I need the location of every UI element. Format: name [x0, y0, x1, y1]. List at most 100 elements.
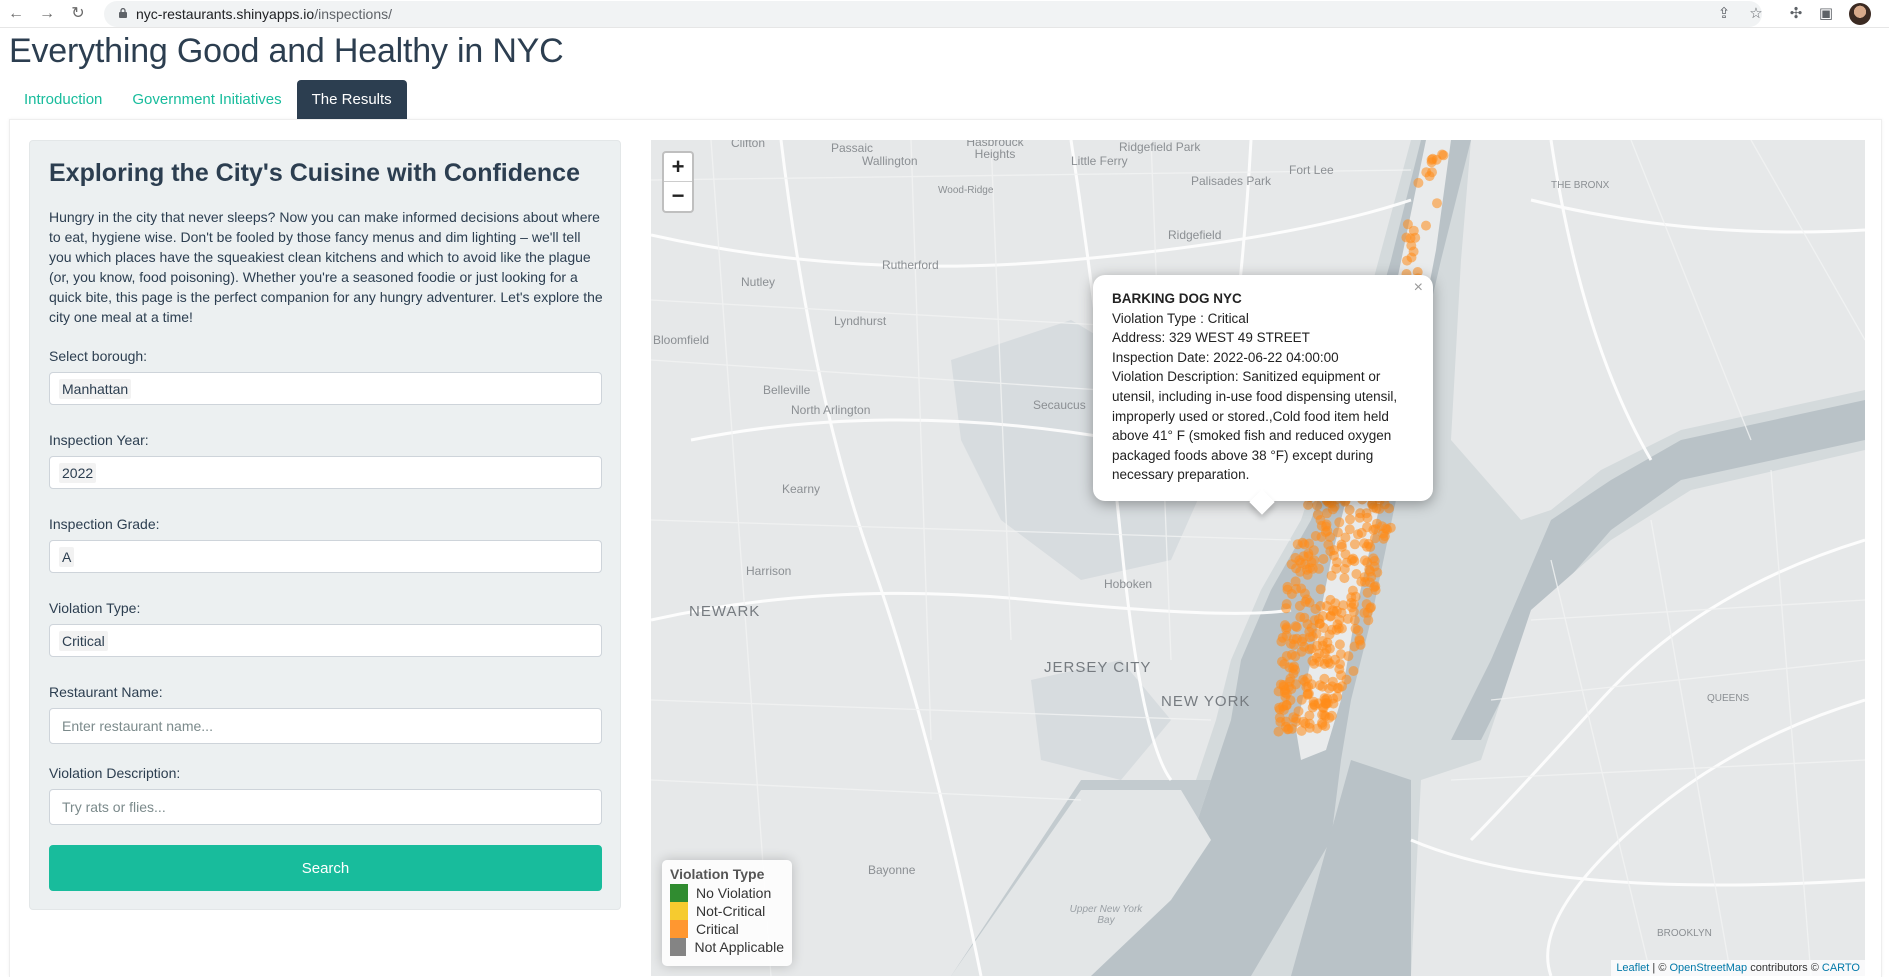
- violation-marker[interactable]: [1325, 610, 1336, 621]
- violation-marker[interactable]: [1319, 693, 1330, 704]
- address-bar[interactable]: nyc-restaurants.shinyapps.io/inspections…: [104, 1, 1762, 27]
- violation-marker[interactable]: [1337, 681, 1347, 692]
- violation-marker[interactable]: [1332, 619, 1343, 630]
- back-icon[interactable]: ←: [6, 4, 26, 24]
- profile-avatar[interactable]: [1849, 3, 1871, 25]
- leaflet-link[interactable]: Leaflet: [1616, 962, 1649, 974]
- extensions-puzzle-icon[interactable]: ✣: [1787, 5, 1805, 23]
- violation-marker[interactable]: [1297, 537, 1308, 548]
- violation-marker[interactable]: [1369, 582, 1380, 593]
- violation-marker[interactable]: [1328, 698, 1339, 709]
- violation-marker[interactable]: [1346, 554, 1357, 565]
- tab-introduction[interactable]: Introduction: [9, 80, 117, 120]
- violation-marker[interactable]: [1281, 651, 1292, 661]
- inspection-grade-select[interactable]: A: [49, 540, 602, 573]
- violation-marker[interactable]: [1360, 577, 1370, 587]
- reload-icon[interactable]: ↻: [68, 4, 88, 24]
- violation-marker[interactable]: [1295, 612, 1306, 623]
- violation-marker[interactable]: [1310, 604, 1321, 614]
- map-container[interactable]: Clifton Passaic Wallington Hasbrouck Hei…: [651, 140, 1865, 976]
- violation-marker[interactable]: [1320, 711, 1331, 722]
- violation-description-input[interactable]: [49, 789, 602, 825]
- violation-marker[interactable]: [1370, 533, 1380, 544]
- violation-marker[interactable]: [1355, 639, 1366, 650]
- borough-select[interactable]: Manhattan: [49, 372, 602, 405]
- violation-marker[interactable]: [1334, 639, 1345, 650]
- openstreetmap-link[interactable]: OpenStreetMap: [1669, 962, 1747, 974]
- violation-marker[interactable]: [1312, 500, 1323, 511]
- violation-marker[interactable]: [1295, 566, 1306, 577]
- violation-marker[interactable]: [1345, 514, 1355, 525]
- violation-marker[interactable]: [1325, 546, 1336, 557]
- inspection-grade-selected-value[interactable]: A: [59, 547, 75, 567]
- violation-marker[interactable]: [1413, 177, 1424, 188]
- violation-marker[interactable]: [1384, 503, 1394, 514]
- inspection-year-select[interactable]: 2022: [49, 456, 602, 489]
- violation-marker[interactable]: [1313, 563, 1324, 574]
- violation-marker[interactable]: [1349, 539, 1360, 550]
- violation-marker[interactable]: [1294, 600, 1305, 611]
- violation-marker[interactable]: [1380, 523, 1391, 534]
- tab-government-initiatives[interactable]: Government Initiatives: [117, 80, 296, 120]
- violation-marker[interactable]: [1279, 687, 1290, 698]
- violation-marker[interactable]: [1370, 524, 1381, 535]
- violation-marker[interactable]: [1432, 198, 1442, 209]
- violation-marker[interactable]: [1325, 594, 1336, 605]
- tab-the-results[interactable]: The Results: [296, 80, 407, 120]
- violation-type-select[interactable]: Critical: [49, 624, 602, 657]
- side-panel-icon[interactable]: ▣: [1817, 5, 1835, 23]
- violation-marker[interactable]: [1363, 615, 1374, 626]
- carto-link[interactable]: CARTO: [1822, 962, 1860, 974]
- violation-marker[interactable]: [1334, 517, 1345, 528]
- violation-marker[interactable]: [1426, 154, 1437, 165]
- violation-marker[interactable]: [1281, 603, 1292, 614]
- violation-marker[interactable]: [1365, 566, 1376, 577]
- violation-marker[interactable]: [1344, 504, 1355, 515]
- restaurant-name-input[interactable]: [49, 708, 602, 744]
- violation-marker[interactable]: [1339, 573, 1350, 584]
- violation-marker[interactable]: [1307, 631, 1318, 642]
- violation-marker[interactable]: [1338, 600, 1349, 611]
- violation-marker[interactable]: [1274, 702, 1285, 713]
- violation-marker[interactable]: [1362, 522, 1372, 533]
- zoom-out-button[interactable]: −: [664, 182, 692, 211]
- violation-marker[interactable]: [1290, 621, 1301, 632]
- bookmark-star-icon[interactable]: ☆: [1747, 5, 1765, 23]
- inspection-year-selected-value[interactable]: 2022: [59, 463, 97, 483]
- violation-marker[interactable]: [1421, 220, 1431, 231]
- violation-marker[interactable]: [1326, 570, 1337, 581]
- violation-marker[interactable]: [1314, 680, 1325, 691]
- violation-marker[interactable]: [1317, 640, 1328, 651]
- violation-marker[interactable]: [1288, 712, 1299, 723]
- violation-marker[interactable]: [1401, 232, 1412, 243]
- violation-marker[interactable]: [1424, 171, 1435, 182]
- violation-marker[interactable]: [1290, 679, 1301, 690]
- violation-marker[interactable]: [1438, 150, 1449, 161]
- violation-marker[interactable]: [1273, 726, 1284, 737]
- violation-marker[interactable]: [1351, 569, 1362, 579]
- violation-marker[interactable]: [1290, 651, 1301, 662]
- violation-marker[interactable]: [1348, 666, 1359, 676]
- violation-marker[interactable]: [1408, 246, 1419, 257]
- violation-marker[interactable]: [1288, 634, 1299, 645]
- violation-marker[interactable]: [1296, 725, 1307, 736]
- violation-marker[interactable]: [1312, 509, 1323, 520]
- violation-marker[interactable]: [1303, 681, 1314, 692]
- violation-marker[interactable]: [1362, 541, 1372, 552]
- violation-marker[interactable]: [1303, 499, 1314, 510]
- violation-marker[interactable]: [1315, 584, 1326, 595]
- forward-icon[interactable]: →: [37, 4, 57, 24]
- violation-marker[interactable]: [1410, 232, 1421, 243]
- share-icon[interactable]: ⇪: [1715, 5, 1733, 23]
- zoom-in-button[interactable]: +: [664, 153, 692, 182]
- violation-marker[interactable]: [1335, 659, 1345, 669]
- violation-type-selected-value[interactable]: Critical: [59, 631, 108, 651]
- violation-marker[interactable]: [1340, 532, 1351, 543]
- violation-marker[interactable]: [1353, 625, 1364, 636]
- violation-marker[interactable]: [1318, 554, 1329, 564]
- violation-marker[interactable]: [1368, 502, 1379, 513]
- violation-marker[interactable]: [1313, 614, 1324, 624]
- violation-marker[interactable]: [1349, 615, 1360, 626]
- violation-marker[interactable]: [1361, 599, 1372, 610]
- search-button[interactable]: Search: [49, 845, 602, 891]
